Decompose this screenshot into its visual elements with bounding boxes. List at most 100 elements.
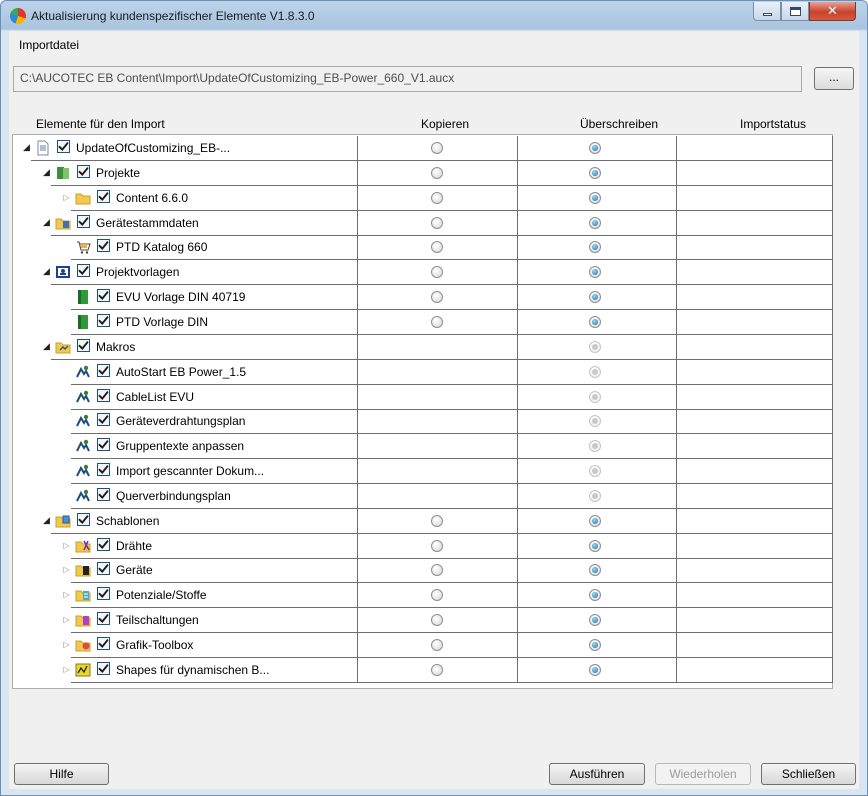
- expand-arrow-icon[interactable]: ▷: [62, 193, 71, 202]
- element-checkbox[interactable]: [97, 587, 110, 601]
- column-header-elements[interactable]: Elemente für den Import: [36, 117, 165, 131]
- collapse-arrow-icon[interactable]: ◢: [42, 267, 51, 276]
- copy-radio[interactable]: [431, 291, 443, 304]
- tree-item-label: Projekte: [96, 165, 141, 180]
- column-header-copy[interactable]: Kopieren: [421, 117, 469, 131]
- tree-row[interactable]: PTD Katalog 660: [13, 235, 833, 261]
- close-window-button[interactable]: ✕: [809, 2, 856, 21]
- element-checkbox[interactable]: [97, 189, 110, 203]
- tree-row[interactable]: ▷ Potenziale/Stoffe: [13, 583, 833, 609]
- template-book-icon: [75, 289, 92, 306]
- expand-arrow-icon[interactable]: ▷: [62, 665, 71, 674]
- element-checkbox[interactable]: [97, 239, 110, 253]
- catalog-cart-icon: [75, 239, 92, 256]
- import-file-path-field[interactable]: C:\AUCOTEC EB Content\Import\UpdateOfCus…: [13, 66, 802, 92]
- tree-row[interactable]: CableList EVU: [13, 384, 833, 410]
- element-checkbox[interactable]: [97, 537, 110, 551]
- tree-row[interactable]: ▷ Content 6.6.0: [13, 185, 833, 211]
- tree-row[interactable]: PTD Vorlage DIN: [13, 309, 833, 335]
- tree-item-label: Gerätestammdaten: [96, 215, 199, 230]
- close-button[interactable]: Schließen: [761, 763, 856, 785]
- element-checkbox[interactable]: [97, 438, 110, 452]
- copy-radio[interactable]: [431, 639, 443, 651]
- copy-radio[interactable]: [431, 315, 443, 328]
- tree-row[interactable]: Import gescannter Dokum...: [13, 459, 833, 485]
- minimize-button[interactable]: [753, 2, 781, 21]
- element-checkbox[interactable]: [57, 140, 70, 153]
- tree-row[interactable]: ▷ Drähte: [13, 533, 833, 559]
- tree-row[interactable]: ◢ Projekte: [13, 160, 833, 186]
- browse-button[interactable]: ...: [814, 67, 854, 90]
- copy-radio[interactable]: [431, 539, 443, 552]
- overwrite-radio[interactable]: [589, 539, 601, 552]
- element-checkbox[interactable]: [77, 164, 90, 178]
- tree-row[interactable]: Gruppentexte anpassen: [13, 434, 833, 460]
- tree-row[interactable]: Querverbindungsplan: [13, 483, 833, 509]
- element-checkbox[interactable]: [97, 562, 110, 576]
- column-header-overwrite[interactable]: Überschreiben: [580, 117, 658, 131]
- tree-item-label: AutoStart EB Power_1.5: [116, 364, 247, 379]
- tree-row[interactable]: ▷ Geräte: [13, 558, 833, 584]
- tree-row[interactable]: ◢ UpdateOfCustomizing_EB-...: [13, 136, 833, 161]
- element-checkbox[interactable]: [97, 637, 110, 650]
- element-checkbox[interactable]: [97, 661, 110, 675]
- overwrite-radio[interactable]: [589, 663, 601, 676]
- element-checkbox[interactable]: [97, 463, 110, 477]
- graphics-toolbox-icon: [75, 637, 92, 654]
- copy-radio[interactable]: [431, 216, 443, 229]
- overwrite-radio[interactable]: [589, 639, 601, 651]
- copy-radio[interactable]: [431, 514, 443, 527]
- overwrite-radio[interactable]: [589, 216, 601, 229]
- element-checkbox[interactable]: [97, 289, 110, 303]
- copy-radio[interactable]: [431, 663, 443, 676]
- import-elements-tree[interactable]: ◢ UpdateOfCustomizing_EB-... ◢ Projekte ▷ Con…: [12, 134, 833, 689]
- element-checkbox[interactable]: [97, 313, 110, 327]
- tree-item-label: Geräte: [116, 563, 153, 578]
- run-button[interactable]: Ausführen: [549, 763, 645, 785]
- collapse-arrow-icon[interactable]: ◢: [22, 143, 31, 152]
- tree-row[interactable]: ▷ Shapes für dynamischen B...: [13, 657, 833, 683]
- collapse-arrow-icon[interactable]: ◢: [42, 341, 51, 351]
- tree-row[interactable]: ▷ Grafik-Toolbox: [13, 633, 833, 658]
- element-checkbox[interactable]: [77, 512, 90, 526]
- collapse-arrow-icon[interactable]: ◢: [42, 167, 51, 177]
- tree-row[interactable]: ▷ Teilschaltungen: [13, 608, 833, 634]
- tree-item-label: CableList EVU: [116, 389, 195, 404]
- element-checkbox[interactable]: [77, 264, 90, 278]
- overwrite-radio[interactable]: [589, 514, 601, 527]
- tree-row[interactable]: AutoStart EB Power_1.5: [13, 359, 833, 385]
- title-bar[interactable]: Aktualisierung kundenspezifischer Elemen…: [1, 1, 867, 31]
- element-checkbox[interactable]: [97, 612, 110, 626]
- collapse-arrow-icon[interactable]: ◢: [42, 515, 51, 525]
- overwrite-radio[interactable]: [589, 315, 601, 328]
- expand-arrow-icon[interactable]: ▷: [62, 640, 71, 649]
- overwrite-radio[interactable]: [589, 142, 601, 154]
- copy-radio[interactable]: [431, 166, 443, 179]
- tree-row[interactable]: ◢ Gerätestammdaten: [13, 210, 833, 236]
- redo-button[interactable]: Wiederholen: [655, 763, 751, 785]
- element-checkbox[interactable]: [77, 214, 90, 228]
- overwrite-radio[interactable]: [589, 191, 601, 204]
- expand-arrow-icon[interactable]: ▷: [62, 615, 71, 624]
- copy-radio[interactable]: [431, 142, 443, 154]
- overwrite-radio[interactable]: [589, 291, 601, 304]
- element-checkbox[interactable]: [97, 363, 110, 377]
- copy-radio[interactable]: [431, 191, 443, 204]
- element-checkbox[interactable]: [97, 388, 110, 402]
- expand-arrow-icon[interactable]: ▷: [62, 590, 71, 599]
- overwrite-radio[interactable]: [589, 166, 601, 179]
- collapse-arrow-icon[interactable]: ◢: [42, 217, 51, 227]
- help-button[interactable]: Hilfe: [14, 763, 109, 785]
- maximize-button[interactable]: [781, 2, 809, 21]
- tree-row[interactable]: EVU Vorlage DIN 40719: [13, 285, 833, 311]
- tree-row[interactable]: Geräteverdrahtungsplan: [13, 409, 833, 435]
- tree-row[interactable]: ◢ Makros: [13, 334, 833, 360]
- expand-arrow-icon[interactable]: ▷: [62, 541, 71, 550]
- tree-row[interactable]: ◢ Schablonen: [13, 508, 833, 534]
- tree-row[interactable]: ◢ Projektvorlagen: [13, 260, 833, 286]
- element-checkbox[interactable]: [97, 413, 110, 427]
- column-header-import-status[interactable]: Importstatus: [740, 117, 806, 131]
- element-checkbox[interactable]: [97, 487, 110, 501]
- expand-arrow-icon[interactable]: ▷: [62, 565, 71, 574]
- element-checkbox[interactable]: [77, 338, 90, 352]
